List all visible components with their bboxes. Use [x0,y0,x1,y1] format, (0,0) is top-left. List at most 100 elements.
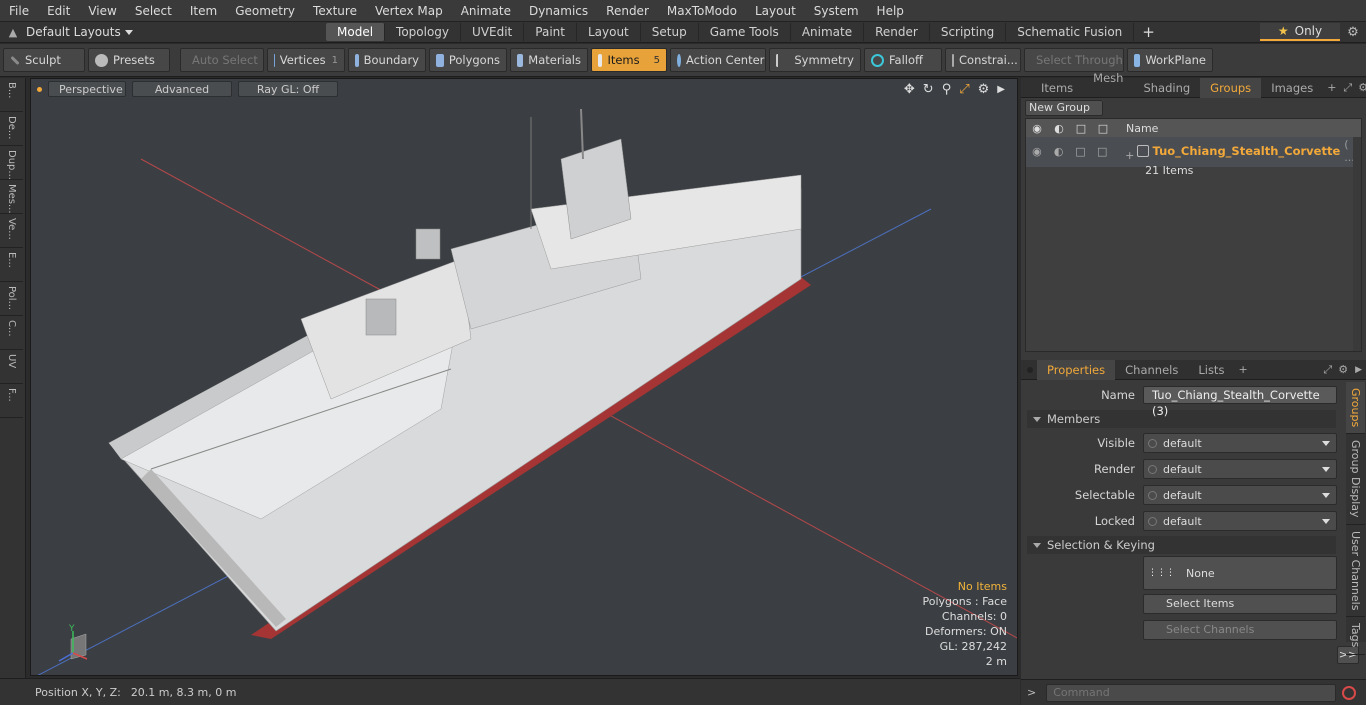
menu-edit[interactable]: Edit [38,0,79,22]
left-tab-deform[interactable]: De... [0,112,23,146]
workplane-button[interactable]: WorkPlane [1127,48,1213,72]
vertices-button[interactable]: Vertices 1 [267,48,345,72]
render-dropdown[interactable]: default [1143,459,1337,479]
menu-system[interactable]: System [805,0,868,22]
tab-render[interactable]: Render [864,23,930,41]
menu-view[interactable]: View [79,0,125,22]
menu-help[interactable]: Help [868,0,913,22]
tab-setup[interactable]: Setup [641,23,699,41]
row-lock-checkbox[interactable]: □ [1070,145,1092,158]
left-tab-uv[interactable]: UV [0,350,23,384]
properties-panel-dot[interactable] [1027,366,1033,373]
left-tab-polygon[interactable]: Pol... [0,282,23,316]
items-button[interactable]: Items 5 [591,48,667,72]
tab-lists[interactable]: Lists [1188,360,1234,380]
none-keying-button[interactable]: ⋮⋮⋮ None [1143,556,1337,590]
members-section[interactable]: Members [1027,410,1336,428]
selection-keying-section[interactable]: Selection & Keying [1027,536,1336,554]
properties-arrow-icon[interactable]: ▶ [1351,365,1366,375]
properties-expand-icon[interactable]: ⤢ [1320,363,1335,377]
side-tab-groups[interactable]: Groups [1346,382,1365,435]
add-properties-tab-icon[interactable]: + [1234,363,1251,376]
menu-item[interactable]: Item [181,0,226,22]
expand-plus-icon[interactable]: + [1125,149,1134,162]
locked-dropdown[interactable]: default [1143,511,1337,531]
left-tab-fusion[interactable]: F... [0,384,23,418]
tab-items[interactable]: Items [1031,78,1083,98]
tab-model[interactable]: Model [326,23,386,41]
panel-gear-icon[interactable]: ⚙ [1355,81,1366,94]
boundary-button[interactable]: Boundary [348,48,426,72]
rotate-view-icon[interactable]: ↻ [923,82,934,97]
left-tab-mesh[interactable]: Mes... [0,180,23,214]
left-tab-basic[interactable]: B... [0,78,23,112]
tab-channels[interactable]: Channels [1115,360,1188,380]
tab-groups[interactable]: Groups [1200,77,1262,98]
selectable-dropdown[interactable]: default [1143,485,1337,505]
maximize-view-icon[interactable]: ⤢ [959,82,969,97]
add-tab-icon[interactable]: + [1134,23,1163,41]
group-row[interactable]: ◉ ◐ □ □ + Tuo_Chiang_Stealth_Corvette ( … [1026,137,1361,177]
tab-topology[interactable]: Topology [385,23,462,41]
layout-menu-icon[interactable]: ▲ [0,26,26,39]
tab-properties[interactable]: Properties [1037,359,1116,380]
tab-uvedit[interactable]: UVEdit [461,23,525,41]
visible-dropdown[interactable]: default [1143,433,1337,453]
tab-game-tools[interactable]: Game Tools [699,23,791,41]
tab-paint[interactable]: Paint [524,23,577,41]
viewport-arrow-icon[interactable]: ▶ [997,84,1005,95]
tab-layout[interactable]: Layout [577,23,641,41]
menu-geometry[interactable]: Geometry [226,0,304,22]
materials-button[interactable]: Materials [510,48,588,72]
row-select-checkbox[interactable]: □ [1091,145,1113,158]
polygons-button[interactable]: Polygons [429,48,507,72]
tab-scripting[interactable]: Scripting [930,23,1007,41]
menu-vertex-map[interactable]: Vertex Map [366,0,452,22]
record-icon[interactable] [1342,685,1357,700]
new-group-button[interactable]: New Group [1025,100,1103,116]
menu-file[interactable]: File [0,0,38,22]
action-center-button[interactable]: Action Center [670,48,766,72]
left-tab-vertex[interactable]: Ve... [0,214,23,248]
expand-icon[interactable]: ⤢ [1340,81,1355,95]
raygl-button[interactable]: Ray GL: Off [238,81,338,97]
menu-animate[interactable]: Animate [452,0,520,22]
side-tab-group-display[interactable]: Group Display [1346,434,1365,525]
menu-layout[interactable]: Layout [746,0,805,22]
select-channels-button[interactable]: Select Channels [1143,620,1337,640]
only-toggle[interactable]: ★ Only [1260,23,1340,41]
left-tab-edge[interactable]: E... [0,248,23,282]
side-tab-user-channels[interactable]: User Channels [1346,525,1365,618]
menu-render[interactable]: Render [597,0,658,22]
left-tab-duplicate[interactable]: Dup... [0,146,23,180]
viewport-gear-icon[interactable]: ⚙ [978,82,990,97]
menu-select[interactable]: Select [126,0,181,22]
constraints-button[interactable]: Constrai... [945,48,1021,72]
menu-texture[interactable]: Texture [304,0,366,22]
tab-shading[interactable]: Shading [1133,78,1200,98]
perspective-button[interactable]: Perspective [48,81,126,97]
symmetry-button[interactable]: Symmetry [769,48,861,72]
tab-schematic-fusion[interactable]: Schematic Fusion [1006,23,1135,41]
presets-button[interactable]: Presets [88,48,170,72]
falloff-button[interactable]: Falloff [864,48,942,72]
tab-images[interactable]: Images [1261,78,1323,98]
add-tab-icon[interactable]: + [1323,81,1340,94]
sculpt-button[interactable]: Sculpt [3,48,85,72]
advanced-button[interactable]: Advanced [132,81,232,97]
left-tab-curve[interactable]: C... [0,316,23,350]
viewport-menu-dot[interactable] [37,86,42,92]
side-tab-tags[interactable]: Tags [1346,617,1365,655]
default-layouts-dropdown[interactable]: Default Layouts [26,25,326,39]
select-items-button[interactable]: Select Items [1143,594,1337,614]
gear-icon[interactable]: ⚙ [1340,25,1366,40]
tab-animate[interactable]: Animate [791,23,865,41]
menu-maxtomodo[interactable]: MaxToModo [658,0,746,22]
auto-select-button[interactable]: Auto Select [180,48,264,72]
zoom-view-icon[interactable]: ⚲ [942,82,952,97]
menu-dynamics[interactable]: Dynamics [520,0,597,22]
3d-viewport[interactable]: Y Perspective Advanced Ray GL: Off ✥ ↻ ⚲… [30,78,1018,676]
list-scrollbar[interactable] [1353,137,1361,351]
row-render-icon[interactable]: ◐ [1048,145,1070,158]
move-view-icon[interactable]: ✥ [904,82,915,97]
